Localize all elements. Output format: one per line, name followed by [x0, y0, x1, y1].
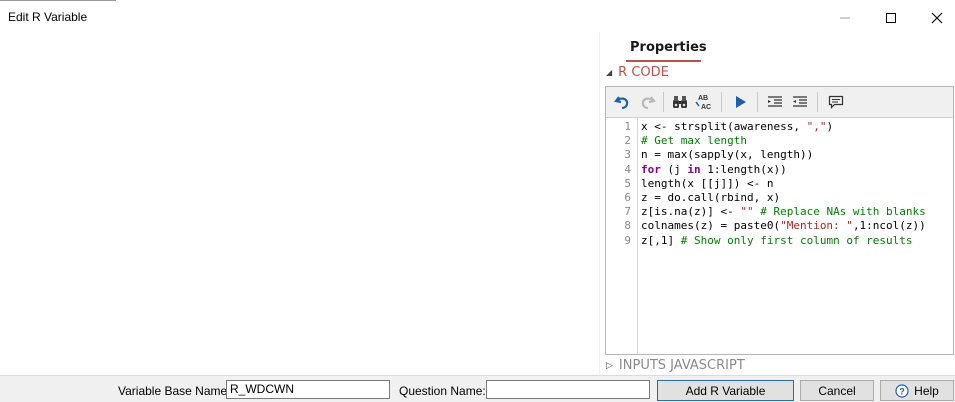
outdent-button[interactable]	[789, 91, 811, 113]
code-text: z[,1] # Show only first column of result…	[641, 234, 913, 248]
line-number: 8	[624, 219, 631, 233]
collapse-arrow-icon: ◢	[606, 68, 613, 77]
code-area[interactable]: 1 x <- strsplit(awareness, ",") 2 # Get max…	[606, 118, 953, 354]
code-text: for (j in 1:length(x))	[641, 163, 787, 177]
line-number: 6	[624, 191, 631, 204]
code-token: n = max(sapply(x, length))	[641, 148, 814, 162]
find-icon	[673, 96, 687, 108]
outdent-icon	[793, 96, 807, 107]
code-token: x <- strsplit(awareness,	[641, 120, 807, 133]
line-number: 5	[624, 176, 631, 190]
maximize-button[interactable]	[868, 4, 914, 32]
line-number: 9	[624, 233, 631, 247]
redo-icon	[641, 96, 656, 110]
footer-bar: Variable Base Name: R_WDCWN Question Nam…	[0, 375, 955, 402]
properties-panel: Properties ◢ R CODE AB AC 1 x <- strspli…	[600, 32, 955, 375]
code-keyword: in	[687, 162, 701, 176]
code-text: x <- strsplit(awareness, ",")	[641, 120, 833, 134]
line-number: 4	[624, 162, 631, 176]
toolbar-separator	[721, 92, 722, 112]
code-text: colnames(z) = paste0("Mention: ",1:ncol(…	[641, 219, 926, 233]
title-bar: Edit R Variable	[0, 2, 955, 32]
code-token: (j	[660, 162, 688, 176]
editor-toolbar: AB AC	[606, 87, 953, 118]
close-icon	[931, 12, 943, 24]
close-button[interactable]	[914, 4, 955, 32]
run-button[interactable]	[729, 91, 751, 113]
toolbar-separator	[663, 92, 664, 112]
code-comment: # Replace NAs with blanks	[753, 205, 926, 219]
run-icon	[736, 96, 746, 108]
line-number: 2	[624, 134, 631, 148]
indent-icon	[768, 96, 782, 107]
add-r-variable-button[interactable]: Add R Variable	[657, 380, 794, 401]
code-keyword: for	[641, 162, 661, 176]
line-number: 3	[624, 148, 631, 162]
inputs-javascript-label: INPUTS JAVASCRIPT	[618, 358, 745, 373]
code-token: z[,1]	[641, 233, 681, 247]
comment-icon	[828, 95, 844, 109]
toolbar-separator	[757, 92, 758, 112]
rcode-section-label: R CODE	[618, 65, 669, 80]
help-button-label: Help	[914, 383, 939, 398]
maximize-icon	[886, 13, 896, 23]
code-token: 1:length(x))	[700, 162, 787, 176]
active-window-accent	[0, 0, 116, 1]
code-string: "Mention: "	[780, 219, 853, 233]
rcode-section-header[interactable]: ◢ R CODE	[606, 65, 669, 80]
code-token: z[is.na(z)] <-	[641, 205, 741, 219]
cancel-button[interactable]: Cancel	[800, 380, 874, 401]
code-string: ","	[806, 120, 827, 133]
help-icon: ?	[895, 383, 909, 398]
svg-text:AB: AB	[698, 95, 708, 102]
undo-icon	[614, 96, 629, 110]
code-text: n = max(sapply(x, length))	[641, 148, 813, 162]
redo-button[interactable]	[636, 91, 658, 113]
spellcheck-icon: AB AC	[695, 95, 711, 111]
code-text: z[is.na(z)] <- "" # Replace NAs with bla…	[641, 205, 926, 219]
tab-properties[interactable]: Properties	[630, 40, 707, 55]
preview-pane	[0, 32, 600, 375]
code-text: # Get max length	[641, 134, 747, 148]
question-name-label: Question Name:	[399, 384, 486, 398]
line-number: 7	[624, 205, 631, 219]
code-text: length(x [[j]]) <- n	[641, 177, 773, 191]
minimize-icon	[840, 17, 850, 19]
r-code-editor[interactable]: AB AC 1 x <- strsplit(awareness, ",") 2 # Ge…	[605, 86, 954, 355]
svg-text:?: ?	[899, 386, 905, 396]
code-comment: # Show only first column of results	[680, 233, 913, 247]
code-string: ""	[740, 205, 754, 219]
code-token: ,1:ncol(z))	[852, 219, 926, 233]
minimize-button[interactable]	[822, 4, 868, 32]
svg-text:AC: AC	[701, 104, 711, 111]
indent-button[interactable]	[764, 91, 786, 113]
window-title: Edit R Variable	[8, 10, 88, 24]
toolbar-separator	[817, 92, 818, 112]
code-token: length(x [[j]]) <- n	[641, 176, 774, 190]
variable-base-name-label: Variable Base Name:	[118, 384, 231, 398]
question-name-input[interactable]	[486, 380, 650, 399]
help-button[interactable]: ? Help	[880, 380, 954, 401]
find-button[interactable]	[669, 91, 691, 113]
code-token: z = do.call(rbind, x)	[641, 191, 781, 204]
undo-button[interactable]	[612, 91, 634, 113]
inputs-javascript-section-header[interactable]: ▷ INPUTS JAVASCRIPT	[606, 358, 745, 373]
code-token: )	[826, 120, 834, 133]
code-token: colnames(z) = paste0(	[641, 219, 781, 233]
tab-underline	[626, 60, 701, 62]
line-number: 1	[624, 120, 631, 133]
code-text: z = do.call(rbind, x)	[641, 191, 780, 205]
variable-base-name-input[interactable]: R_WDCWN	[226, 380, 390, 399]
code-comment: # Get max length	[641, 134, 747, 148]
expand-arrow-icon: ▷	[606, 360, 613, 371]
comment-button[interactable]	[825, 91, 847, 113]
replace-button[interactable]: AB AC	[693, 91, 715, 113]
